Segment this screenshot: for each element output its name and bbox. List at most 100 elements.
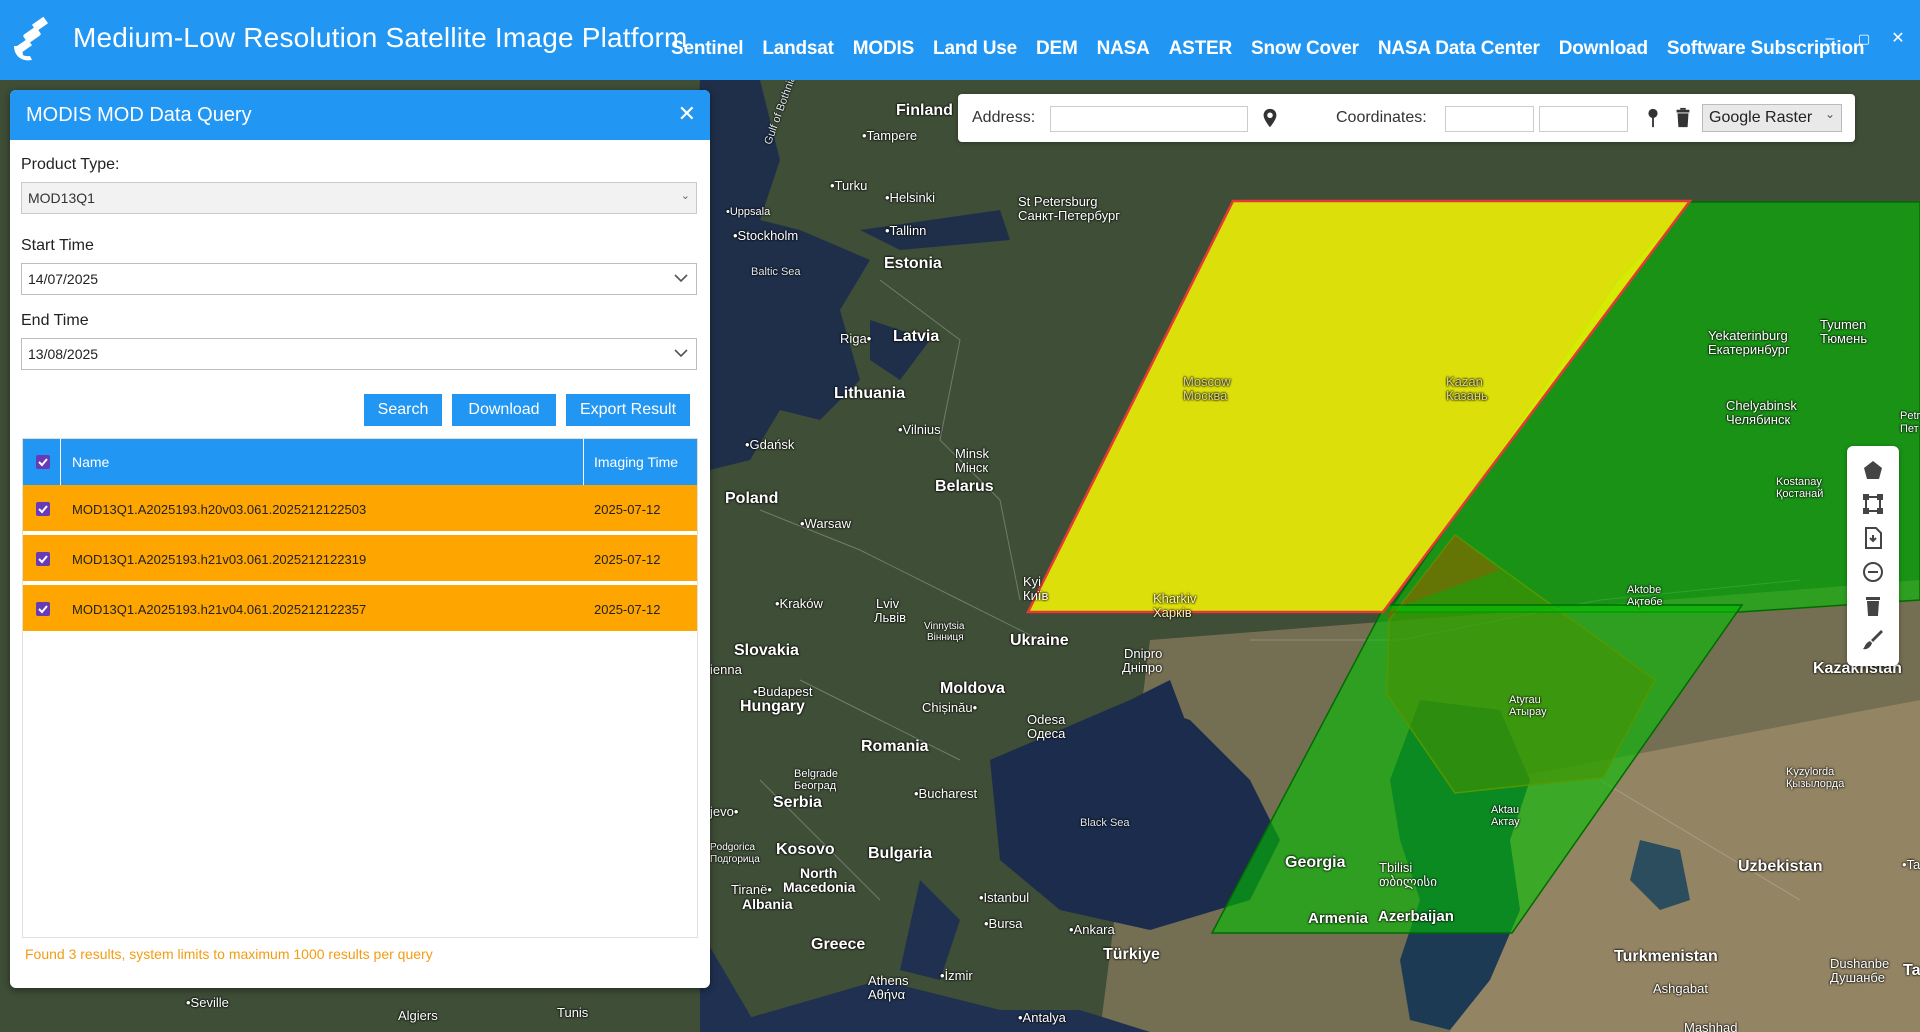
- map-label: St Petersburg: [1018, 194, 1098, 209]
- nav-land-use[interactable]: Land Use: [933, 38, 1017, 60]
- column-header-name[interactable]: Name: [72, 454, 109, 470]
- map-label: Slovakia: [734, 642, 799, 659]
- chevron-down-icon: ⌄: [680, 190, 690, 202]
- chevron-down-icon: [674, 274, 688, 283]
- delete-icon[interactable]: [1861, 594, 1885, 618]
- address-input[interactable]: [1050, 106, 1248, 132]
- location-pin-icon[interactable]: [1259, 107, 1281, 129]
- column-header-imaging-time[interactable]: Imaging Time: [594, 454, 678, 470]
- nav-sentinel[interactable]: Sentinel: [671, 38, 744, 60]
- row-checkbox[interactable]: [36, 552, 50, 566]
- map-label: •Budapest: [753, 684, 813, 699]
- row-checkbox[interactable]: [36, 502, 50, 516]
- map-label: Ashgabat: [1653, 981, 1708, 996]
- latitude-input[interactable]: [1539, 106, 1628, 132]
- map-label: Riga•: [840, 331, 872, 346]
- nav-dem[interactable]: DEM: [1036, 38, 1078, 60]
- table-row[interactable]: MOD13Q1.A2025193.h20v03.061.202521212250…: [23, 485, 697, 533]
- map-label: Armenia: [1308, 910, 1369, 927]
- map-label: Ta: [1903, 962, 1920, 979]
- basemap-selected: Google Raster: [1709, 109, 1813, 126]
- map-label: Tiranë•: [731, 882, 772, 897]
- map-label: Bulgaria: [868, 845, 933, 862]
- row-checkbox[interactable]: [36, 602, 50, 616]
- trash-icon[interactable]: [1672, 107, 1694, 129]
- map-label: Београд: [794, 780, 837, 792]
- map-label: Moldova: [940, 680, 1005, 697]
- draw-polygon-icon[interactable]: [1861, 458, 1885, 482]
- map-label: Київ: [1023, 588, 1049, 603]
- map-label: Kyi: [1023, 574, 1042, 589]
- map-label: Yekaterinburg: [1708, 328, 1788, 343]
- map-label: Мінск: [955, 460, 989, 475]
- clear-brush-icon[interactable]: [1861, 628, 1885, 652]
- basemap-select[interactable]: Google Raster ⌄: [1702, 104, 1842, 132]
- map-label: Baltic Sea: [751, 266, 801, 278]
- draw-toolbar: [1847, 446, 1899, 666]
- row-imaging-time: 2025-07-12: [594, 502, 661, 517]
- nav-modis[interactable]: MODIS: [853, 38, 914, 60]
- map-label: Атырау: [1509, 706, 1547, 718]
- map-label: •Tampere: [862, 128, 918, 143]
- map-label: Hungary: [740, 698, 805, 715]
- table-row[interactable]: MOD13Q1.A2025193.h21v03.061.202521212231…: [23, 535, 697, 583]
- map-label: Dushanbe: [1830, 956, 1890, 971]
- close-window-button[interactable]: ✕: [1887, 28, 1909, 50]
- map-label: Macedonia: [783, 879, 856, 895]
- map-label: Челябинск: [1726, 412, 1791, 427]
- close-icon[interactable]: ✕: [678, 102, 696, 126]
- map-label: Greece: [811, 936, 866, 953]
- map-label: Belgrade: [794, 768, 839, 780]
- map-label: Black Sea: [1080, 817, 1130, 829]
- download-button[interactable]: Download: [452, 394, 556, 426]
- results-table: Name Imaging Time MOD13Q1.A2025193.h20v0…: [22, 438, 698, 938]
- import-file-icon[interactable]: [1861, 526, 1885, 550]
- nav-nasa-data-center[interactable]: NASA Data Center: [1378, 38, 1540, 60]
- minimize-button[interactable]: –: [1819, 28, 1841, 50]
- export-result-button[interactable]: Export Result: [566, 394, 690, 426]
- map-label: Харків: [1153, 605, 1192, 620]
- map-label: Moscow: [1183, 374, 1231, 389]
- map-pin-icon[interactable]: [1642, 107, 1664, 129]
- map-label: •Kraków: [775, 596, 823, 611]
- map-label: Kyzylorda: [1786, 766, 1835, 778]
- map-label: •Antalya: [1018, 1010, 1066, 1025]
- map-label: Kostanay: [1776, 476, 1822, 488]
- longitude-input[interactable]: [1445, 106, 1534, 132]
- column-divider: [583, 439, 584, 485]
- address-label: Address:: [972, 109, 1036, 126]
- nav-download[interactable]: Download: [1559, 38, 1648, 60]
- map-label: Athens: [868, 973, 909, 988]
- map-label: Lviv: [876, 596, 900, 611]
- map-label: Kazan: [1446, 374, 1483, 389]
- map-label: Москва: [1183, 388, 1228, 403]
- map-label: Georgia: [1285, 854, 1346, 871]
- start-time-picker[interactable]: 14/07/2025: [21, 263, 697, 295]
- row-imaging-time: 2025-07-12: [594, 602, 661, 617]
- maximize-button[interactable]: ▢: [1853, 28, 1875, 50]
- select-all-checkbox[interactable]: [36, 455, 50, 469]
- map-label: Ukraine: [1010, 632, 1069, 649]
- end-time-label: End Time: [21, 312, 89, 329]
- product-type-label: Product Type:: [21, 156, 120, 173]
- end-time-picker[interactable]: 13/08/2025: [21, 338, 697, 370]
- draw-rectangle-icon[interactable]: [1861, 492, 1885, 516]
- remove-circle-icon[interactable]: [1861, 560, 1885, 584]
- panel-header: MODIS MOD Data Query ✕: [10, 90, 710, 140]
- nav-snow-cover[interactable]: Snow Cover: [1251, 38, 1359, 60]
- row-name: MOD13Q1.A2025193.h21v03.061.202521212231…: [72, 552, 367, 567]
- start-time-value: 14/07/2025: [28, 271, 99, 287]
- map-label: Atyrau: [1509, 694, 1541, 706]
- modis-query-panel: MODIS MOD Data Query ✕ Product Type: MOD…: [10, 90, 710, 988]
- map-label: Kharkiv: [1153, 591, 1197, 606]
- nav-landsat[interactable]: Landsat: [762, 38, 834, 60]
- map-label: Algiers: [398, 1008, 438, 1023]
- search-button[interactable]: Search: [364, 394, 442, 426]
- nav-nasa[interactable]: NASA: [1097, 38, 1150, 60]
- product-type-select[interactable]: MOD13Q1 ⌄: [21, 182, 697, 214]
- check-icon: [38, 458, 48, 467]
- nav-aster[interactable]: ASTER: [1169, 38, 1233, 60]
- map-label: Poland: [725, 490, 779, 507]
- check-icon: [38, 505, 48, 514]
- table-row[interactable]: MOD13Q1.A2025193.h21v04.061.202521212235…: [23, 585, 697, 633]
